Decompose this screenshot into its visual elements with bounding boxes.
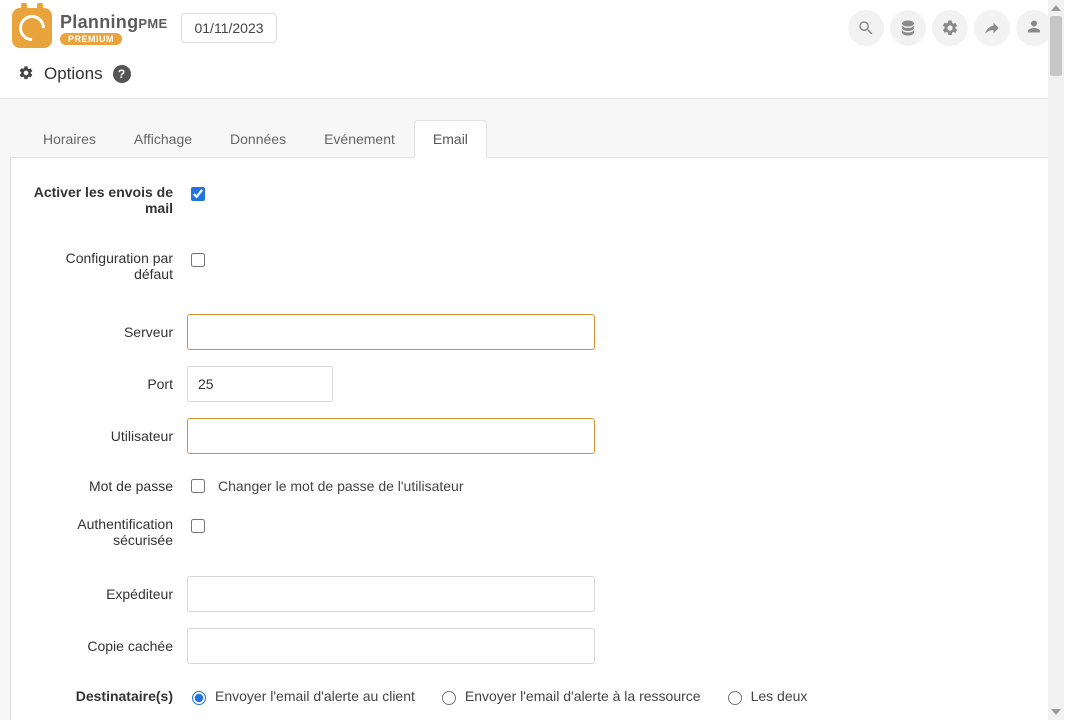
tab-email[interactable]: Email	[414, 120, 487, 158]
outer-scrollbar[interactable]	[1048, 0, 1064, 720]
row-config-defaut: Configuration par défaut	[29, 244, 1035, 292]
app-name: Planning	[60, 12, 138, 32]
top-icons	[844, 10, 1052, 46]
input-serveur[interactable]	[187, 314, 595, 350]
page-body: Horaires Affichage Données Evénement Ema…	[0, 99, 1064, 720]
app-badge: PREMIUM	[60, 33, 122, 45]
label-utilisateur: Utilisateur	[29, 428, 187, 444]
input-copie-cachee[interactable]	[187, 628, 595, 664]
subheader: Options ?	[0, 56, 1064, 99]
main-scroll[interactable]: PlanningPME PREMIUM 01/11/2023	[0, 0, 1064, 720]
radio-label-client: Envoyer l'email d'alerte au client	[215, 688, 415, 704]
checkbox-config-defaut[interactable]	[191, 253, 205, 267]
radio-label-ressource: Envoyer l'email d'alerte à la ressource	[465, 688, 701, 704]
row-port: Port	[29, 358, 1035, 410]
row-auth-securisee: Authentification sécurisée	[29, 510, 1035, 558]
app-logo[interactable]: PlanningPME PREMIUM	[12, 8, 167, 48]
input-port[interactable]	[187, 366, 333, 402]
label-config-defaut: Configuration par défaut	[29, 250, 187, 282]
label-expediteur: Expéditeur	[29, 586, 187, 602]
tabs: Horaires Affichage Données Evénement Ema…	[10, 119, 1054, 157]
label-copie-cachee: Copie cachée	[29, 638, 187, 654]
tab-horaires[interactable]: Horaires	[24, 120, 115, 157]
radio-group-destinataires: Envoyer l'email d'alerte au client Envoy…	[187, 688, 807, 705]
database-icon[interactable]	[890, 10, 926, 46]
label-port: Port	[29, 376, 187, 392]
search-icon[interactable]	[848, 10, 884, 46]
tab-donnees[interactable]: Données	[211, 120, 305, 157]
radio-ressource[interactable]	[442, 691, 456, 705]
date-picker[interactable]: 01/11/2023	[181, 13, 276, 43]
radio-client[interactable]	[192, 691, 206, 705]
logo-text: PlanningPME PREMIUM	[60, 12, 167, 45]
row-serveur: Serveur	[29, 306, 1035, 358]
checkbox-change-password[interactable]	[191, 479, 205, 493]
checkbox-activer-envois[interactable]	[191, 187, 205, 201]
radio-lesdeux[interactable]	[728, 691, 742, 705]
label-activer-envois: Activer les envois de mail	[29, 184, 187, 216]
user-icon[interactable]	[1016, 10, 1052, 46]
label-auth-securisee: Authentification sécurisée	[29, 516, 187, 548]
radio-item-client[interactable]: Envoyer l'email d'alerte au client	[187, 688, 415, 705]
share-icon[interactable]	[974, 10, 1010, 46]
label-destinataires: Destinataire(s)	[29, 688, 187, 704]
topbar: PlanningPME PREMIUM 01/11/2023	[0, 0, 1064, 56]
scroll-thumb[interactable]	[1050, 16, 1062, 76]
tab-affichage[interactable]: Affichage	[115, 120, 211, 157]
row-copie-cachee: Copie cachée	[29, 620, 1035, 672]
label-change-password: Changer le mot de passe de l'utilisateur	[218, 478, 463, 494]
input-utilisateur[interactable]	[187, 418, 595, 454]
logo-icon	[12, 8, 52, 48]
row-activer-envois: Activer les envois de mail	[29, 178, 1035, 226]
options-gear-icon	[18, 65, 34, 84]
label-motdepasse: Mot de passe	[29, 478, 187, 494]
row-expediteur: Expéditeur	[29, 568, 1035, 620]
scroll-down-icon[interactable]	[1048, 704, 1064, 720]
gear-icon[interactable]	[932, 10, 968, 46]
input-expediteur[interactable]	[187, 576, 595, 612]
radio-item-lesdeux[interactable]: Les deux	[723, 688, 808, 705]
app-suffix: PME	[138, 16, 167, 31]
email-panel: Activer les envois de mail Configuration…	[10, 157, 1054, 720]
row-utilisateur: Utilisateur	[29, 410, 1035, 462]
row-destinataires: Destinataire(s) Envoyer l'email d'alerte…	[29, 672, 1035, 720]
radio-label-lesdeux: Les deux	[751, 688, 808, 704]
page-title: Options	[44, 64, 103, 84]
radio-item-ressource[interactable]: Envoyer l'email d'alerte à la ressource	[437, 688, 701, 705]
scroll-up-icon[interactable]	[1048, 0, 1064, 16]
label-serveur: Serveur	[29, 324, 187, 340]
row-motdepasse: Mot de passe Changer le mot de passe de …	[29, 462, 1035, 510]
checkbox-auth-securisee[interactable]	[191, 519, 205, 533]
help-icon[interactable]: ?	[113, 65, 131, 83]
tab-evenement[interactable]: Evénement	[305, 120, 414, 157]
